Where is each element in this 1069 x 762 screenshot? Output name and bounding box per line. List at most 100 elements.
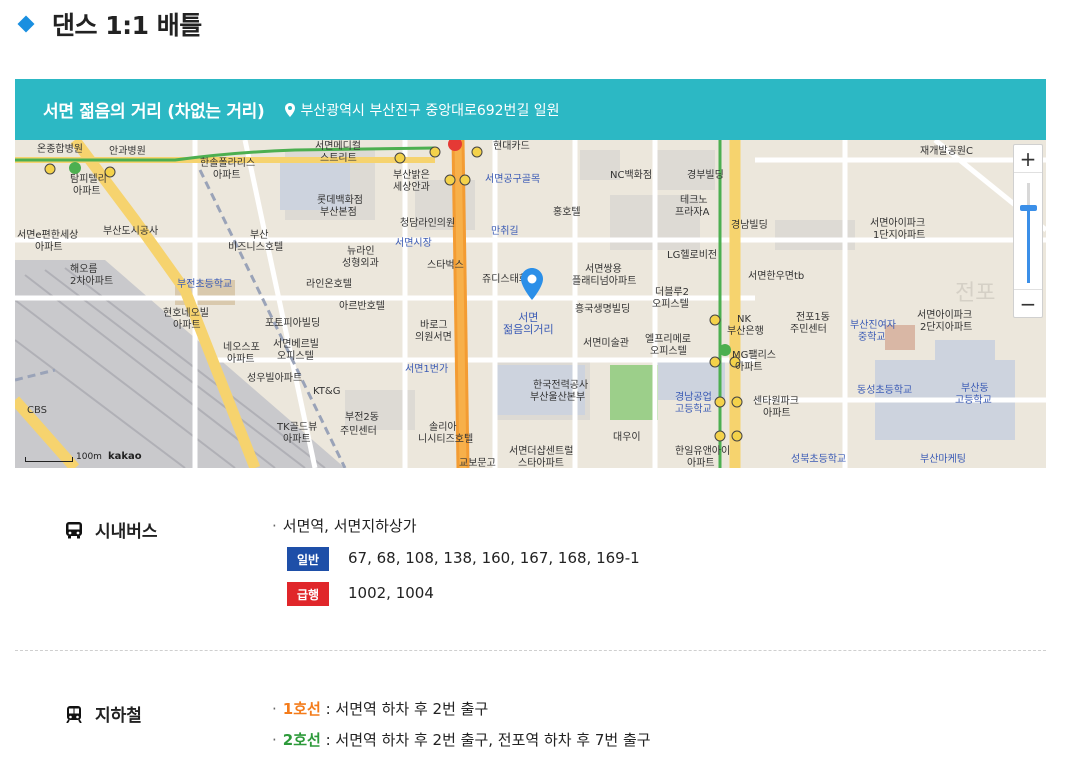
section-divider (15, 650, 1046, 651)
map-label: 서면시장 (395, 238, 432, 249)
map-label: 테크노 (680, 195, 708, 206)
map-label: 서면1번가 (405, 364, 449, 375)
map-label: 서면한우면tb (748, 271, 805, 282)
zoom-slider-handle[interactable] (1020, 205, 1037, 211)
line-1-name: 1호선 (282, 700, 321, 718)
map-label: MG팰리스 (732, 350, 776, 361)
subway-section-heading: 지하철 (65, 701, 142, 726)
scale-line (25, 457, 73, 462)
place-address: 부산광역시 부산진구 중앙대로692번길 일원 (300, 102, 560, 119)
bus-badge-regular: 일반 (287, 547, 329, 571)
map-view[interactable]: 전포 온종합병원 안과병원 탐피텔리 아파트 한솔폴라리스 아파트 서면메디컬 … (15, 140, 1046, 468)
map-label: 네오스포 (223, 342, 260, 353)
map-label: 세상안과 (393, 182, 430, 193)
map-label: 서면베르빌 (273, 339, 319, 350)
map-label: 부산마케팅 (920, 454, 966, 465)
map-label: 부전초등학교 (177, 279, 233, 290)
map-label: 한솔폴라리스 (200, 158, 256, 169)
page-title: 댄스 1:1 배틀 (16, 8, 202, 40)
scale-value: 100m (76, 452, 102, 462)
map-label: 대우이 (613, 432, 641, 443)
bus-numbers-regular: 67, 68, 108, 138, 160, 167, 168, 169-1 (348, 549, 640, 567)
map-label: 1단지아파트 (873, 230, 926, 241)
map-label: 온종합병원 (37, 144, 83, 155)
map-label: 부산본점 (320, 207, 357, 218)
marker-label: 서면 젊음의거리 (503, 311, 554, 336)
map-label: 서면더샵센트럴 (509, 446, 574, 457)
map-label: 2차아파트 (70, 276, 114, 287)
map-label: 안과병원 (109, 146, 146, 157)
map-label: 한일유앤아이 (675, 446, 731, 457)
map-label: 아파트 (227, 354, 255, 365)
zoom-in-button[interactable]: + (1014, 145, 1042, 173)
subway-heading-label: 지하철 (95, 706, 142, 726)
map-label: 흥국생명빌딩 (575, 304, 631, 315)
bullet: · (272, 517, 277, 535)
map-label: 포토피아빌딩 (265, 318, 321, 329)
map-label: 서면e편한세상 (17, 230, 79, 241)
bus-stop-name: 서면역, 서면지하상가 (282, 517, 417, 535)
map-label: 엘프리메로 (645, 334, 691, 345)
bus-heading-label: 시내버스 (95, 522, 158, 542)
bus-badge-express: 급행 (287, 582, 329, 606)
map-label: 아파트 (283, 434, 311, 445)
map-scale: 100m kakao (25, 451, 142, 462)
map-label: 스타벅스 (427, 260, 464, 271)
map-label: 현대카드 (493, 141, 530, 152)
map-label: 아파트 (35, 242, 63, 253)
map-label: 현호네오빌 (163, 308, 209, 319)
map-label: 스타아파트 (518, 458, 564, 468)
map-label: CBS (27, 405, 48, 416)
map-label: 부산진여자 (850, 320, 896, 331)
map-label: 뉴라인 (347, 246, 375, 257)
map-label: 아파트 (763, 408, 791, 419)
map-label: 만취길 (491, 226, 519, 237)
map-label: 서면쌍용 (585, 264, 622, 275)
diamond-icon (17, 15, 35, 33)
place-name: 서면 젊음의 거리 (차없는 거리) (43, 102, 265, 122)
map-label: 의원서면 (415, 332, 452, 343)
map-label: 주민센터 (790, 324, 827, 335)
bullet: · (272, 700, 277, 718)
map-label: 니시티즈호텔 (418, 434, 474, 445)
map-label: 스트리트 (320, 153, 357, 164)
map-label: 프라자A (675, 207, 710, 218)
svg-text:전포: 전포 (955, 281, 995, 306)
map-label: 전포1동 (796, 312, 830, 323)
map-label: 아파트 (173, 320, 201, 331)
line-1-sep: : (320, 700, 336, 718)
kakao-logo[interactable]: kakao (108, 451, 142, 462)
map-label: 라인온호텔 (306, 279, 352, 290)
map-label: 서면메디컬 (315, 141, 361, 152)
map-label: 플래티넘아파트 (572, 276, 637, 287)
map-label: 부산 (250, 230, 269, 241)
map-label: 센타원파크 (753, 396, 799, 407)
map-label: 더블루2 (655, 287, 689, 298)
bus-numbers-express: 1002, 1004 (348, 584, 434, 602)
map-label: 성북초등학교 (791, 454, 847, 465)
subway-line-1: · 1호선 : 서면역 하차 후 2번 출구 (272, 698, 488, 719)
map-label: LG헬로비전 (667, 250, 718, 261)
map-label: 바로그 (420, 320, 448, 331)
map-label: 서면공구골목 (485, 174, 541, 185)
map-label: 2단지아파트 (920, 322, 973, 333)
bus-section-heading: 시내버스 (65, 517, 158, 542)
map-label: 솔리아 (429, 422, 457, 433)
zoom-out-button[interactable]: − (1014, 289, 1042, 317)
line-1-desc: 서면역 하차 후 2번 출구 (335, 700, 489, 718)
subway-line-2: · 2호선 : 서면역 하차 후 2번 출구, 전포역 하차 후 7번 출구 (272, 729, 651, 750)
map-label: 아파트 (213, 170, 241, 181)
map-label: 해오름 (70, 264, 98, 275)
location-marker-icon[interactable] (521, 268, 543, 300)
map-label: 오피스텔 (652, 299, 689, 310)
map-label: 부산도시공사 (103, 226, 159, 237)
bus-icon (66, 521, 82, 538)
map-label: 재개발공원C (920, 146, 973, 157)
map-background: 전포 (15, 140, 1046, 468)
map-label: KT&G (313, 386, 341, 397)
map-label: 고등학교 (675, 404, 712, 415)
location-pin-icon (284, 102, 295, 117)
line-2-sep: : (320, 731, 336, 749)
map-label: 주민센터 (340, 426, 377, 437)
map-label: 부전2동 (345, 412, 379, 423)
